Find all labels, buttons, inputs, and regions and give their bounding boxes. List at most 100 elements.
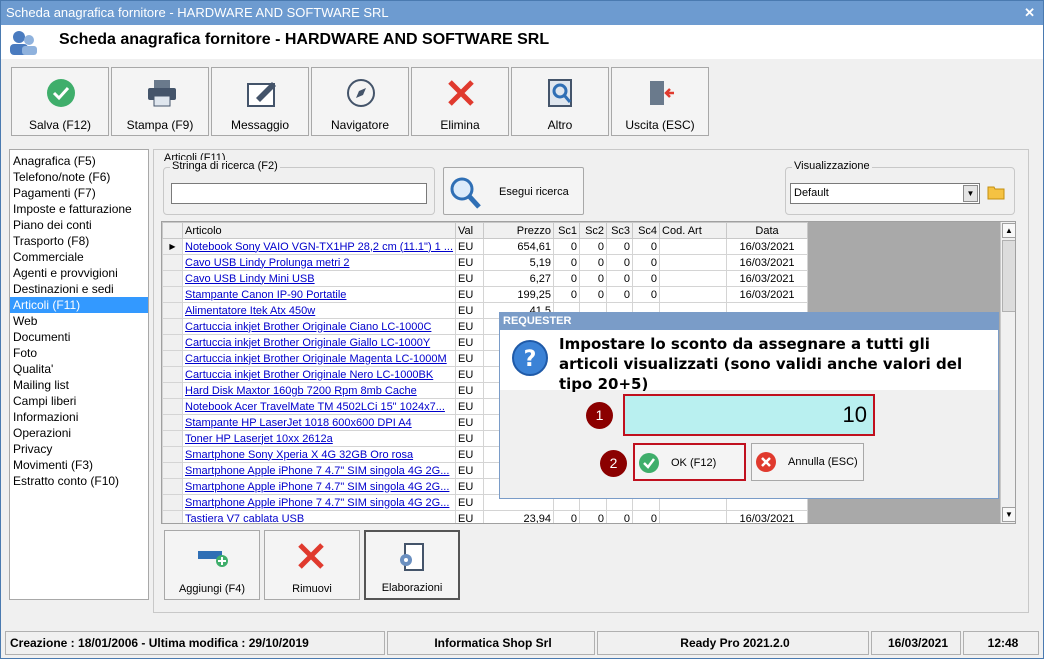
cell-articolo[interactable]: Notebook Sony VAIO VGN-TX1HP 28,2 cm (11… [181,238,457,255]
cell-articolo[interactable]: Stampante HP LaserJet 1018 600x600 DPI A… [181,414,457,431]
row-indicator[interactable] [162,446,183,463]
sidebar-item-pagamenti[interactable]: Pagamenti (F7) [10,185,148,201]
row-indicator[interactable] [162,350,183,367]
sidebar-item-privacy[interactable]: Privacy [10,441,148,457]
cell-prezzo: 6,27 [483,270,555,287]
sidebar-item-anagrafica[interactable]: Anagrafica (F5) [10,153,148,169]
col-header-sc1[interactable]: Sc1 [553,222,581,239]
sidebar-item-web[interactable]: Web [10,313,148,329]
sidebar-item-estratto-conto[interactable]: Estratto conto (F10) [10,473,148,489]
row-indicator[interactable] [162,430,183,447]
cell-articolo[interactable]: Alimentatore Itek Atx 450w [181,302,457,319]
row-indicator[interactable] [162,318,183,335]
folder-icon[interactable] [987,183,1005,201]
col-header-sc3[interactable]: Sc3 [606,222,634,239]
dialog-title: REQUESTER [500,313,998,330]
discount-input[interactable]: 10 [623,394,875,436]
cell-articolo[interactable]: Smartphone Apple iPhone 7 4.7" SIM singo… [181,462,457,479]
row-indicator[interactable] [162,270,183,287]
cell-articolo[interactable]: Tastiera V7 cablata USB [181,510,457,523]
sidebar-item-trasporto[interactable]: Trasporto (F8) [10,233,148,249]
header: Scheda anagrafica fornitore - HARDWARE A… [1,25,1043,59]
row-indicator[interactable] [162,414,183,431]
navigator-button[interactable]: Navigatore [311,67,409,136]
chevron-down-icon[interactable]: ▼ [963,185,978,202]
cell-articolo[interactable]: Cartuccia inkjet Brother Originale Magen… [181,350,457,367]
col-header-val[interactable]: Val [455,222,485,239]
row-indicator[interactable] [162,510,183,523]
sidebar-item-mailing-list[interactable]: Mailing list [10,377,148,393]
cell-articolo[interactable]: Cavo USB Lindy Prolunga metri 2 [181,254,457,271]
other-button[interactable]: Altro [511,67,609,136]
row-indicator[interactable] [162,398,183,415]
sidebar-item-qualita[interactable]: Qualita' [10,361,148,377]
sidebar-item-movimenti[interactable]: Movimenti (F3) [10,457,148,473]
print-button[interactable]: Stampa (F9) [111,67,209,136]
sidebar-item-telefono-note[interactable]: Telefono/note (F6) [10,169,148,185]
row-indicator[interactable] [162,302,183,319]
cell-articolo[interactable]: Cavo USB Lindy Mini USB [181,270,457,287]
cell-articolo[interactable]: Cartuccia inkjet Brother Originale Giall… [181,334,457,351]
cell-articolo[interactable]: Cartuccia inkjet Brother Originale Ciano… [181,318,457,335]
row-indicator[interactable] [162,286,183,303]
message-button[interactable]: Messaggio [211,67,309,136]
table-row[interactable]: Cavo USB Lindy Mini USB EU 6,27 0 0 0 0 16/03/2… [162,270,809,287]
sidebar-item-commerciale[interactable]: Commerciale [10,249,148,265]
cell-articolo[interactable]: Smartphone Apple iPhone 7 4.7" SIM singo… [181,478,457,495]
cell-articolo[interactable]: Smartphone Sony Xperia X 4G 32GB Oro ros… [181,446,457,463]
sidebar-item-campi-liberi[interactable]: Campi liberi [10,393,148,409]
row-indicator[interactable] [162,494,183,511]
close-icon[interactable]: ✕ [1024,1,1035,25]
table-row[interactable]: Cavo USB Lindy Prolunga metri 2 EU 5,19 0 0 0… [162,254,809,271]
table-row[interactable]: Tastiera V7 cablata USB EU 23,94 0 0 0 0 16/03/… [162,510,809,523]
col-header-data[interactable]: Data [726,222,809,239]
ok-button[interactable]: OK (F12) [633,443,746,481]
row-indicator[interactable] [162,334,183,351]
save-button[interactable]: Salva (F12) [11,67,109,136]
cancel-button[interactable]: Annulla (ESC) [751,443,864,481]
title-bar: Scheda anagrafica fornitore - HARDWARE A… [1,1,1043,25]
sidebar-item-imposte[interactable]: Imposte e fatturazione [10,201,148,217]
cell-articolo[interactable]: Smartphone Apple iPhone 7 4.7" SIM singo… [181,494,457,511]
sidebar-item-piano-conti[interactable]: Piano dei conti [10,217,148,233]
search-input[interactable] [171,183,427,204]
row-indicator[interactable] [162,254,183,271]
row-indicator[interactable] [162,478,183,495]
sidebar-item-informazioni[interactable]: Informazioni [10,409,148,425]
scroll-up-icon[interactable]: ▲ [1002,223,1015,238]
add-button[interactable]: Aggiungi (F4) [164,530,260,600]
delete-button[interactable]: Elimina [411,67,509,136]
sidebar-item-destinazioni[interactable]: Destinazioni e sedi [10,281,148,297]
scroll-thumb[interactable] [1002,240,1015,312]
sidebar-item-foto[interactable]: Foto [10,345,148,361]
view-select[interactable]: Default ▼ [790,183,980,204]
col-header-cod-art[interactable]: Cod. Art [659,222,728,239]
sidebar-item-agenti[interactable]: Agenti e provvigioni [10,265,148,281]
sidebar-nav: Anagrafica (F5) Telefono/note (F6) Pagam… [9,149,149,600]
table-row[interactable]: Stampante Canon IP-90 Portatile EU 199,25 0… [162,286,809,303]
cell-articolo[interactable]: Notebook Acer TravelMate TM 4502LCi 15" … [181,398,457,415]
exit-button[interactable]: Uscita (ESC) [611,67,709,136]
table-row[interactable]: ▶ Notebook Sony VAIO VGN-TX1HP 28,2 cm (1… [162,238,809,255]
row-indicator[interactable] [162,462,183,479]
process-button[interactable]: Elaborazioni [364,530,460,600]
row-indicator[interactable] [162,366,183,383]
col-header-sc2[interactable]: Sc2 [579,222,608,239]
sidebar-item-operazioni[interactable]: Operazioni [10,425,148,441]
main-window: Scheda anagrafica fornitore - HARDWARE A… [0,0,1044,659]
col-header-articolo[interactable]: Articolo [181,222,457,239]
col-header-sc4[interactable]: Sc4 [632,222,661,239]
cell-articolo[interactable]: Hard Disk Maxtor 160gb 7200 Rpm 8mb Cach… [181,382,457,399]
scroll-down-icon[interactable]: ▼ [1002,507,1015,522]
cell-articolo[interactable]: Cartuccia inkjet Brother Originale Nero … [181,366,457,383]
sidebar-item-articoli[interactable]: Articoli (F11) [10,297,148,313]
col-header-prezzo[interactable]: Prezzo [483,222,555,239]
sidebar-item-documenti[interactable]: Documenti [10,329,148,345]
current-row-icon[interactable]: ▶ [162,238,183,255]
cell-articolo[interactable]: Toner HP Laserjet 10xx 2612a [181,430,457,447]
search-button[interactable]: Esegui ricerca [443,167,584,215]
remove-button[interactable]: Rimuovi [264,530,360,600]
cell-articolo[interactable]: Stampante Canon IP-90 Portatile [181,286,457,303]
vertical-scrollbar[interactable]: ▲ ▼ [1000,222,1015,523]
row-indicator[interactable] [162,382,183,399]
